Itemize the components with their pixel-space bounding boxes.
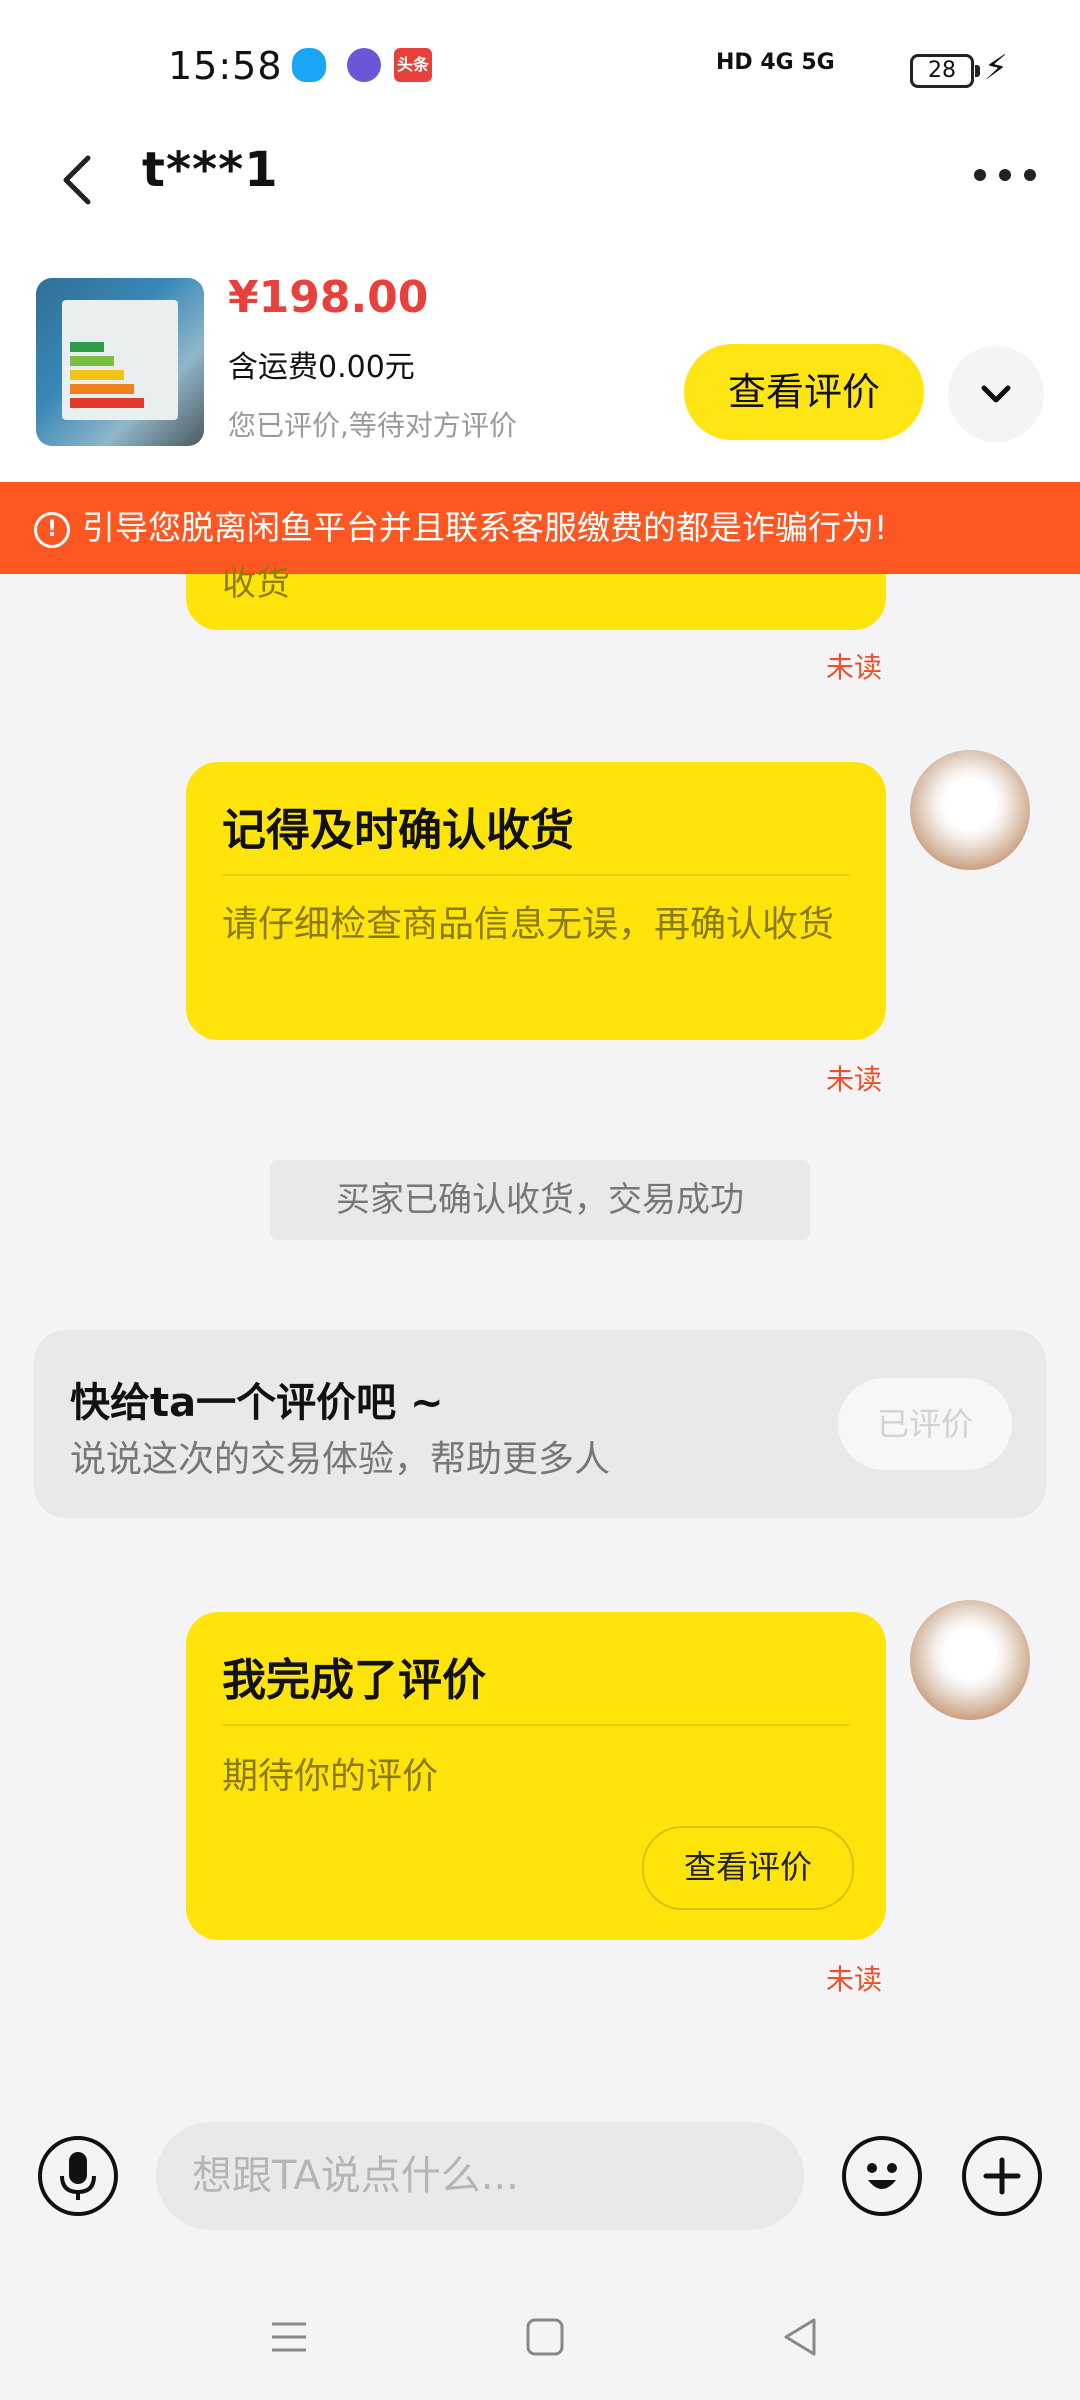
shipping-fee: 含运费0.00元 [228, 350, 415, 385]
product-thumbnail[interactable] [36, 278, 204, 446]
contact-name: t***1 [142, 142, 279, 198]
back-icon[interactable] [50, 150, 110, 210]
already-reviewed-button[interactable]: 已评价 [838, 1378, 1012, 1470]
unread-label: 未读 [826, 651, 883, 684]
review-completed-body: 期待你的评价 [222, 1756, 439, 1797]
review-completed-title: 我完成了评价 [222, 1655, 486, 1706]
alert-icon: ! [34, 512, 70, 548]
qq-app-icon [292, 48, 326, 82]
microphone-icon [60, 2152, 96, 2200]
reminder-title: 记得及时确认收货 [222, 805, 574, 856]
voice-button[interactable] [38, 2136, 118, 2216]
review-prompt-subtitle: 说说这次的交易体验，帮助更多人 [70, 1439, 611, 1480]
message-bubble-partial [186, 574, 886, 630]
expand-button[interactable] [948, 346, 1044, 442]
add-button[interactable] [962, 2136, 1042, 2216]
unread-label: 未读 [826, 1963, 883, 1996]
battery-icon: 28 [910, 54, 980, 88]
toutiao-app-icon: 头条 [394, 48, 432, 82]
back-nav-icon[interactable] [780, 2316, 822, 2358]
emoji-button[interactable] [842, 2136, 922, 2216]
reminder-body: 请仔细检查商品信息无误，再确认收货 [222, 904, 835, 945]
divider [222, 874, 850, 876]
chevron-down-icon [981, 385, 1011, 403]
fraud-warning-text: 引导您脱离闲鱼平台并且联系客服缴费的都是诈骗行为! [82, 508, 888, 547]
emoji-icon [867, 2163, 897, 2189]
review-prompt-title: 快给ta一个评价吧 ~ [70, 1380, 444, 1426]
product-price: ¥198.00 [228, 272, 429, 323]
unread-label: 未读 [826, 1063, 883, 1096]
divider [222, 1724, 850, 1726]
review-status-text: 您已评价,等待对方评价 [228, 409, 517, 442]
plus-icon [983, 2157, 1021, 2195]
avatar[interactable] [910, 750, 1030, 870]
home-icon[interactable] [524, 2316, 566, 2358]
more-options-icon[interactable] [970, 155, 1040, 195]
system-message: 买家已确认收货，交易成功 [270, 1160, 810, 1240]
avatar[interactable] [910, 1600, 1030, 1720]
message-bubble-partial-text: 收货 [222, 564, 290, 604]
app-notification-icon [347, 48, 381, 82]
view-review-button[interactable]: 查看评价 [684, 344, 924, 440]
menu-icon[interactable] [268, 2316, 310, 2358]
message-input[interactable]: 想跟TA说点什么... [156, 2122, 804, 2230]
charging-icon: ⚡ [984, 48, 1008, 88]
status-time: 15:58 [168, 44, 283, 88]
network-signal-icon: HD 4G 5G [716, 50, 835, 75]
view-review-button-chat[interactable]: 查看评价 [642, 1826, 854, 1910]
